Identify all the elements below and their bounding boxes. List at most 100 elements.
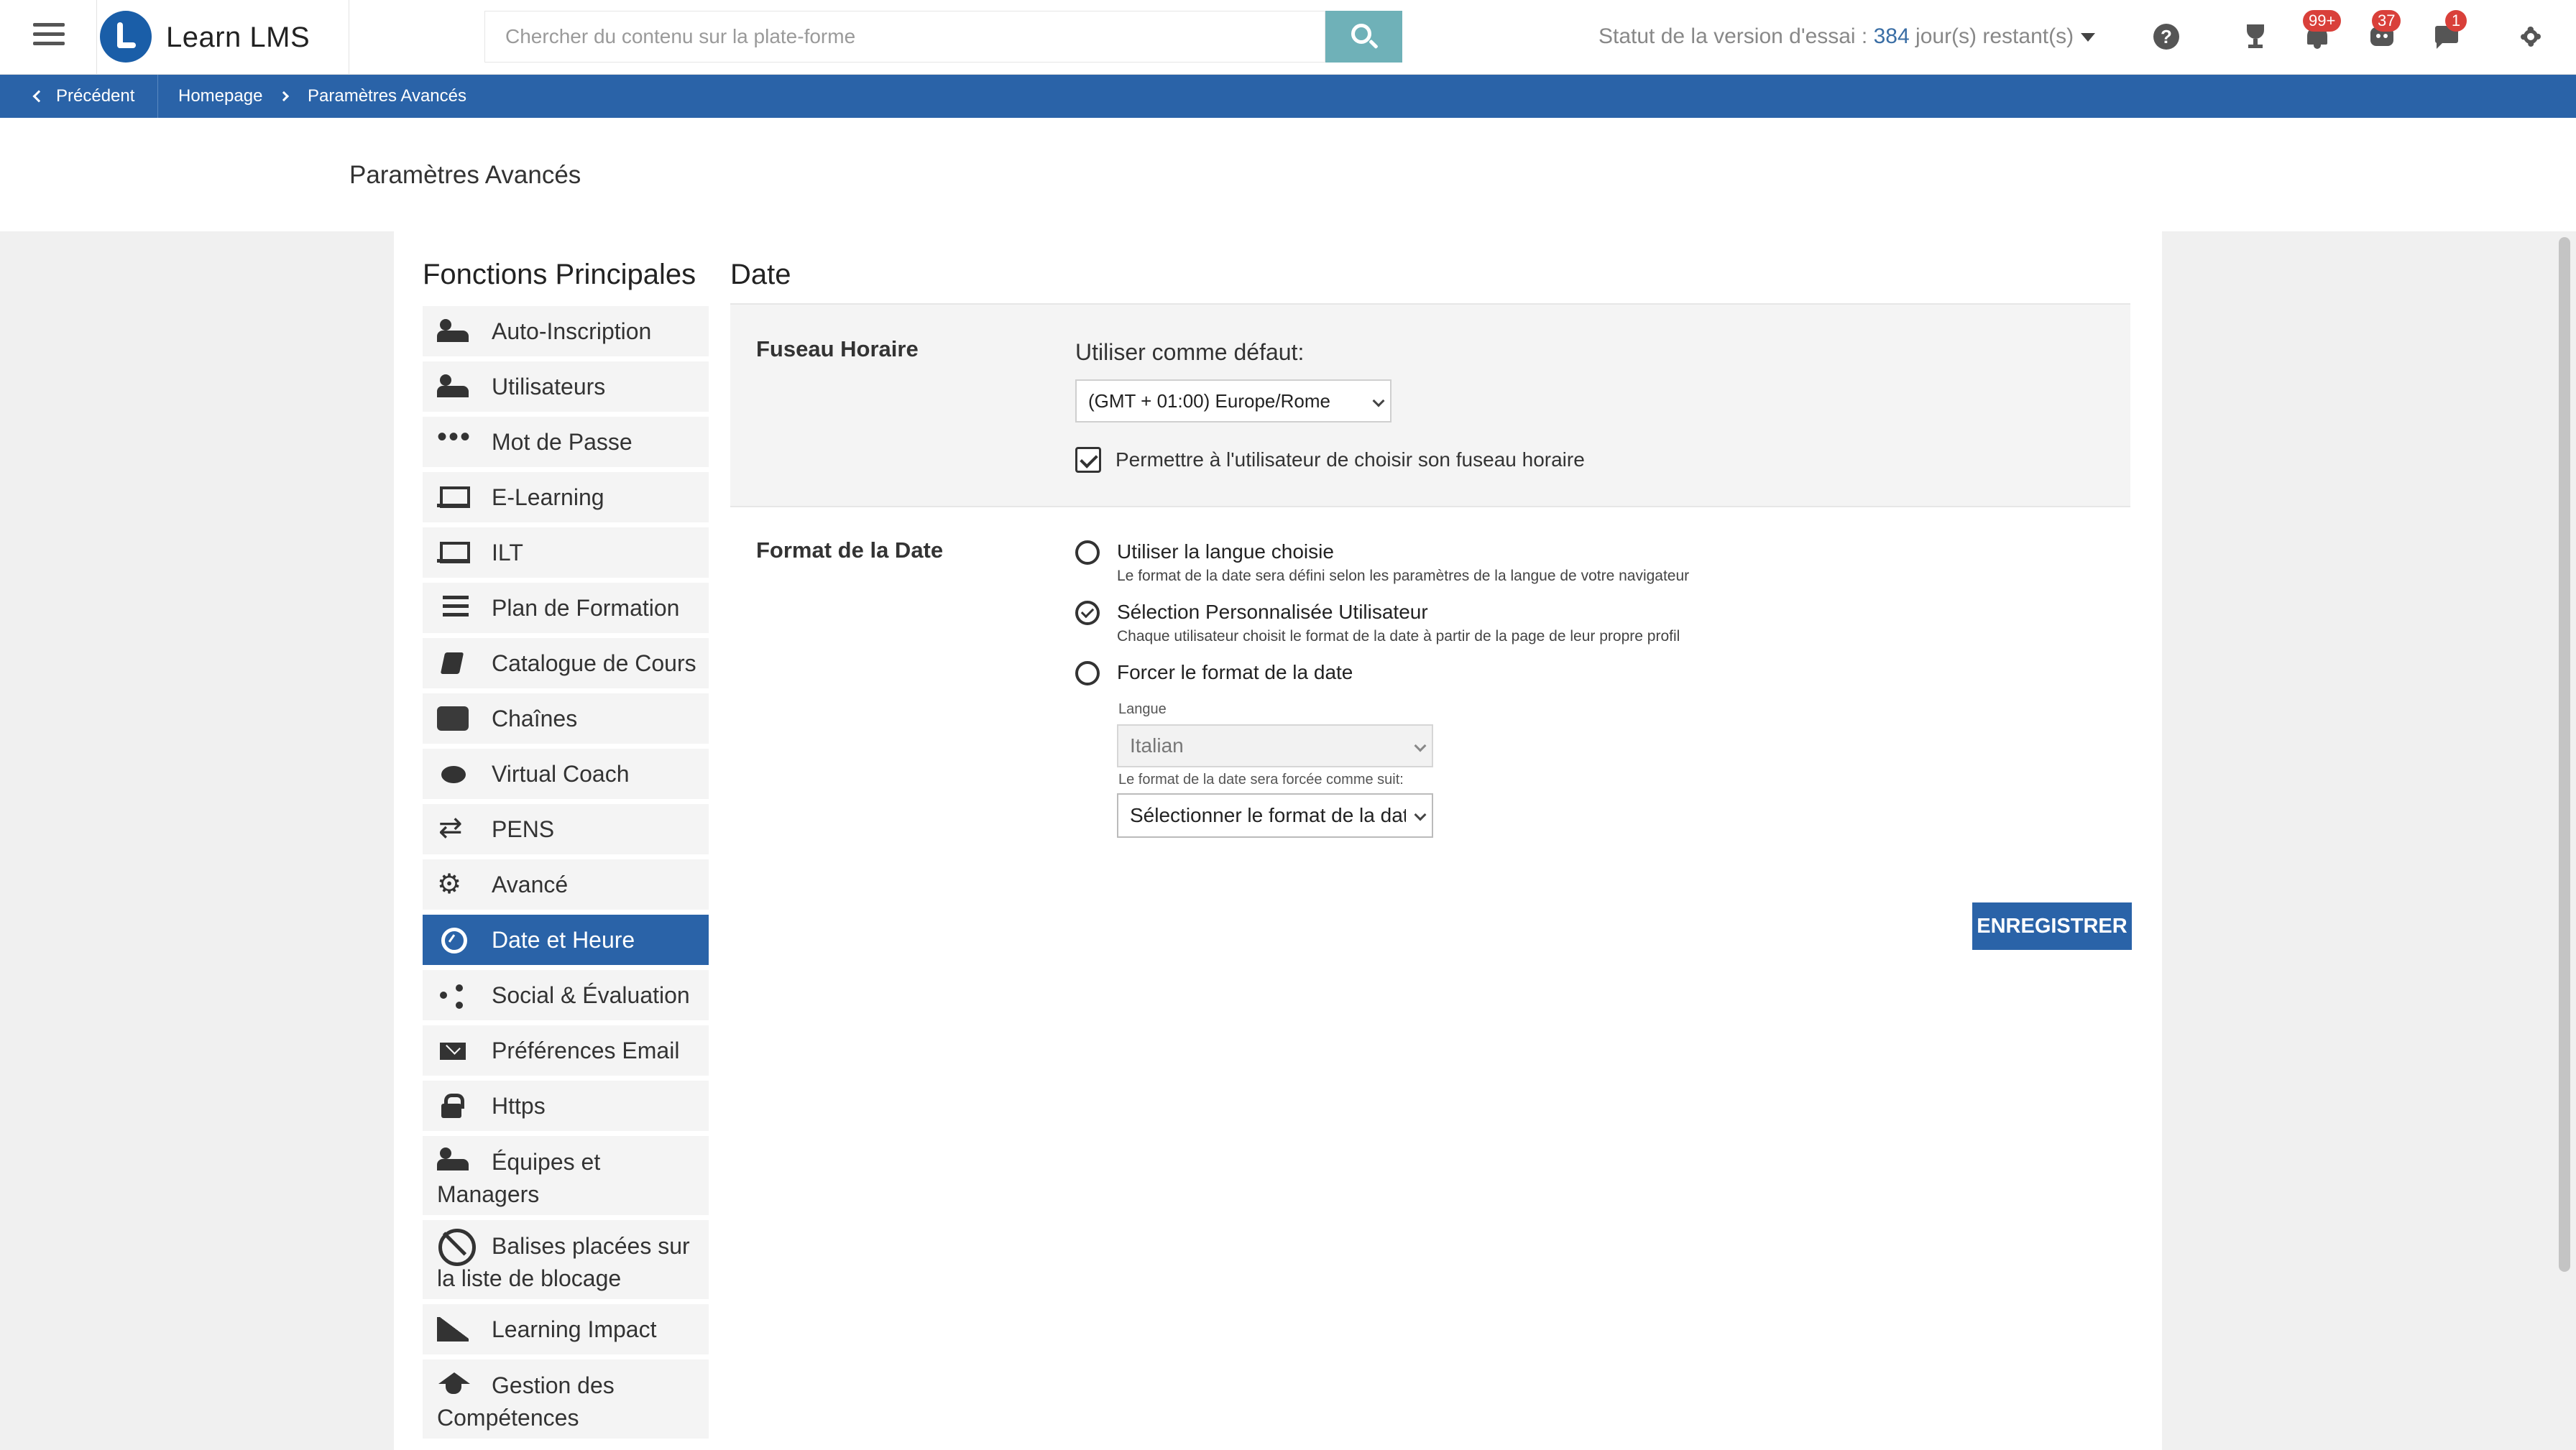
sidebar-item-date-et-heure[interactable]: Date et Heure [423,915,709,965]
chevron-down-icon [1414,808,1427,821]
language-label: Langue [1118,701,1167,717]
search-icon [1351,24,1371,44]
chevron-left-icon [32,90,45,103]
hamburger-menu-icon[interactable] [33,23,65,52]
breadcrumb-home-link[interactable]: Homepage [178,75,262,118]
sidebar-item-label: ILT [492,540,523,565]
sidebar-item-label: Utilisateurs [492,374,606,400]
sidebar-item-label: PENS [492,816,555,842]
chevron-down-icon [1372,394,1385,407]
coach-badge: 37 [2372,10,2401,32]
chevron-right-icon [278,91,290,102]
sidebar-item-label: Catalogue de Cours [492,650,696,676]
sidebar-item-plan-de-formation[interactable]: Plan de Formation [423,583,709,633]
trial-suffix: jour(s) restant(s) [1915,24,2074,48]
timezone-select[interactable]: (GMT + 01:00) Europe/Rome [1075,379,1392,422]
radio-use-language-label[interactable]: Utiliser la langue choisie [1117,540,1334,563]
sidebar-item-https[interactable]: Https [423,1081,709,1131]
gears-icon [437,868,469,900]
section-title: Date [730,259,791,290]
back-button[interactable]: Précédent [0,75,158,118]
sidebar-item-label: Avancé [492,872,569,897]
page-title: Paramètres Avancés [349,161,581,189]
sidebar-item-pens[interactable]: PENS [423,804,709,854]
arrows-icon [437,811,469,844]
presentation-icon [437,540,470,565]
sidebar-item-social-evaluation[interactable]: Social & Évaluation [423,970,709,1020]
trophy-icon[interactable] [2241,22,2270,50]
language-select[interactable]: Italian [1117,724,1433,767]
radio-force-format[interactable] [1075,661,1100,685]
clock-icon [437,928,469,953]
sidebar-item-balises-liste-blocage[interactable]: Balises placées sur la liste de blocage [423,1220,709,1299]
list-icon [443,596,469,620]
sidebar-item-label: Chaînes [492,706,578,731]
app-name: Learn LMS [166,22,310,53]
save-button[interactable]: ENREGISTRER [1972,902,2132,950]
trial-prefix: Statut de la version d'essai : [1598,24,1868,48]
sidebar-item-catalogue-de-cours[interactable]: Catalogue de Cours [423,638,709,688]
book-icon [437,651,469,675]
sidebar-item-label: Learning Impact [492,1316,657,1342]
sidebar-item-virtual-coach[interactable]: Virtual Coach [423,749,709,799]
timezone-label: Fuseau Horaire [756,336,919,361]
user-plus-icon [437,319,469,343]
sidebar-item-label: Virtual Coach [492,761,630,787]
radio-use-language-description: Le format de la date sera défini selon l… [1117,568,1690,584]
sidebar-item-equipes-et-managers[interactable]: Équipes et Managers [423,1136,709,1215]
sidebar-item-label: Date et Heure [492,927,635,953]
mail-icon [437,1038,469,1063]
scrollbar-thumb[interactable] [2559,237,2570,1272]
trial-days: 384 [1873,24,1910,48]
breadcrumb: Précédent Homepage Paramètres Avancés [0,75,2576,118]
top-bar: Learn LMS Statut de la version d'essai :… [0,0,2576,75]
channels-icon [437,706,469,731]
logo-icon [100,11,152,63]
sidebar-item-utilisateurs[interactable]: Utilisateurs [423,361,709,412]
search-input[interactable] [484,11,1325,63]
title-band: Paramètres Avancés [0,118,2576,231]
chevron-down-icon [1414,739,1427,752]
radio-user-custom[interactable] [1075,601,1100,625]
sidebar-item-auto-inscription[interactable]: Auto-Inscription [423,306,709,356]
radio-use-language[interactable] [1075,540,1100,565]
date-format-select[interactable]: Sélectionner le format de la date [1117,793,1433,838]
app-logo[interactable]: Learn LMS [96,0,349,75]
settings-panel: Fonctions Principales Auto-Inscription U… [394,231,2162,1450]
sidebar-item-gestion-des-competences[interactable]: Gestion des Compétences [423,1359,709,1439]
notifications-badge: 99+ [2303,10,2342,32]
sidebar-item-preferences-email[interactable]: Préférences Email [423,1025,709,1076]
sidebar-item-label: Plan de Formation [492,595,680,621]
sidebar-item-ilt[interactable]: ILT [423,527,709,578]
sidebar-item-mot-de-passe[interactable]: ••• Mot de Passe [423,417,709,467]
messages-badge: 1 [2445,10,2467,32]
radio-force-format-label[interactable]: Forcer le format de la date [1117,661,1353,684]
radio-user-custom-description: Chaque utilisateur choisit le format de … [1117,628,1680,645]
timezone-default-label: Utiliser comme défaut: [1075,339,1305,365]
lock-icon [437,1094,469,1118]
trial-status[interactable]: Statut de la version d'essai : 384 jour(… [1598,24,2096,49]
settings-gear-icon[interactable] [2517,23,2544,50]
sidebar-heading: Fonctions Principales [423,259,696,290]
search-button[interactable] [1325,11,1402,63]
sidebar-item-avance[interactable]: Avancé [423,859,709,910]
laptop-icon [437,485,470,509]
date-format-select-value: Sélectionner le format de la date [1130,804,1406,826]
help-icon[interactable]: ? [2153,24,2179,50]
sidebar-item-e-learning[interactable]: E-Learning [423,472,709,522]
sidebar-item-learning-impact[interactable]: Learning Impact [423,1304,709,1354]
dots-icon: ••• [437,421,472,453]
breadcrumb-current: Paramètres Avancés [308,86,467,106]
sidebar-item-label: Social & Évaluation [492,982,690,1008]
language-select-value: Italian [1130,734,1184,757]
radio-user-custom-label[interactable]: Sélection Personnalisée Utilisateur [1117,601,1428,624]
sidebar-item-label: Équipes et Managers [437,1149,601,1207]
users-icon [437,374,469,399]
allow-user-timezone-label[interactable]: Permettre à l'utilisateur de choisir son… [1116,448,1585,471]
area-chart-icon [437,1317,469,1342]
forced-format-label: Le format de la date sera forcée comme s… [1118,772,1404,788]
sidebar-item-chaines[interactable]: Chaînes [423,693,709,744]
sidebar-item-label: Https [492,1093,546,1119]
allow-user-timezone-checkbox[interactable] [1075,447,1101,473]
timezone-section: Fuseau Horaire Utiliser comme défaut: (G… [730,305,2130,507]
